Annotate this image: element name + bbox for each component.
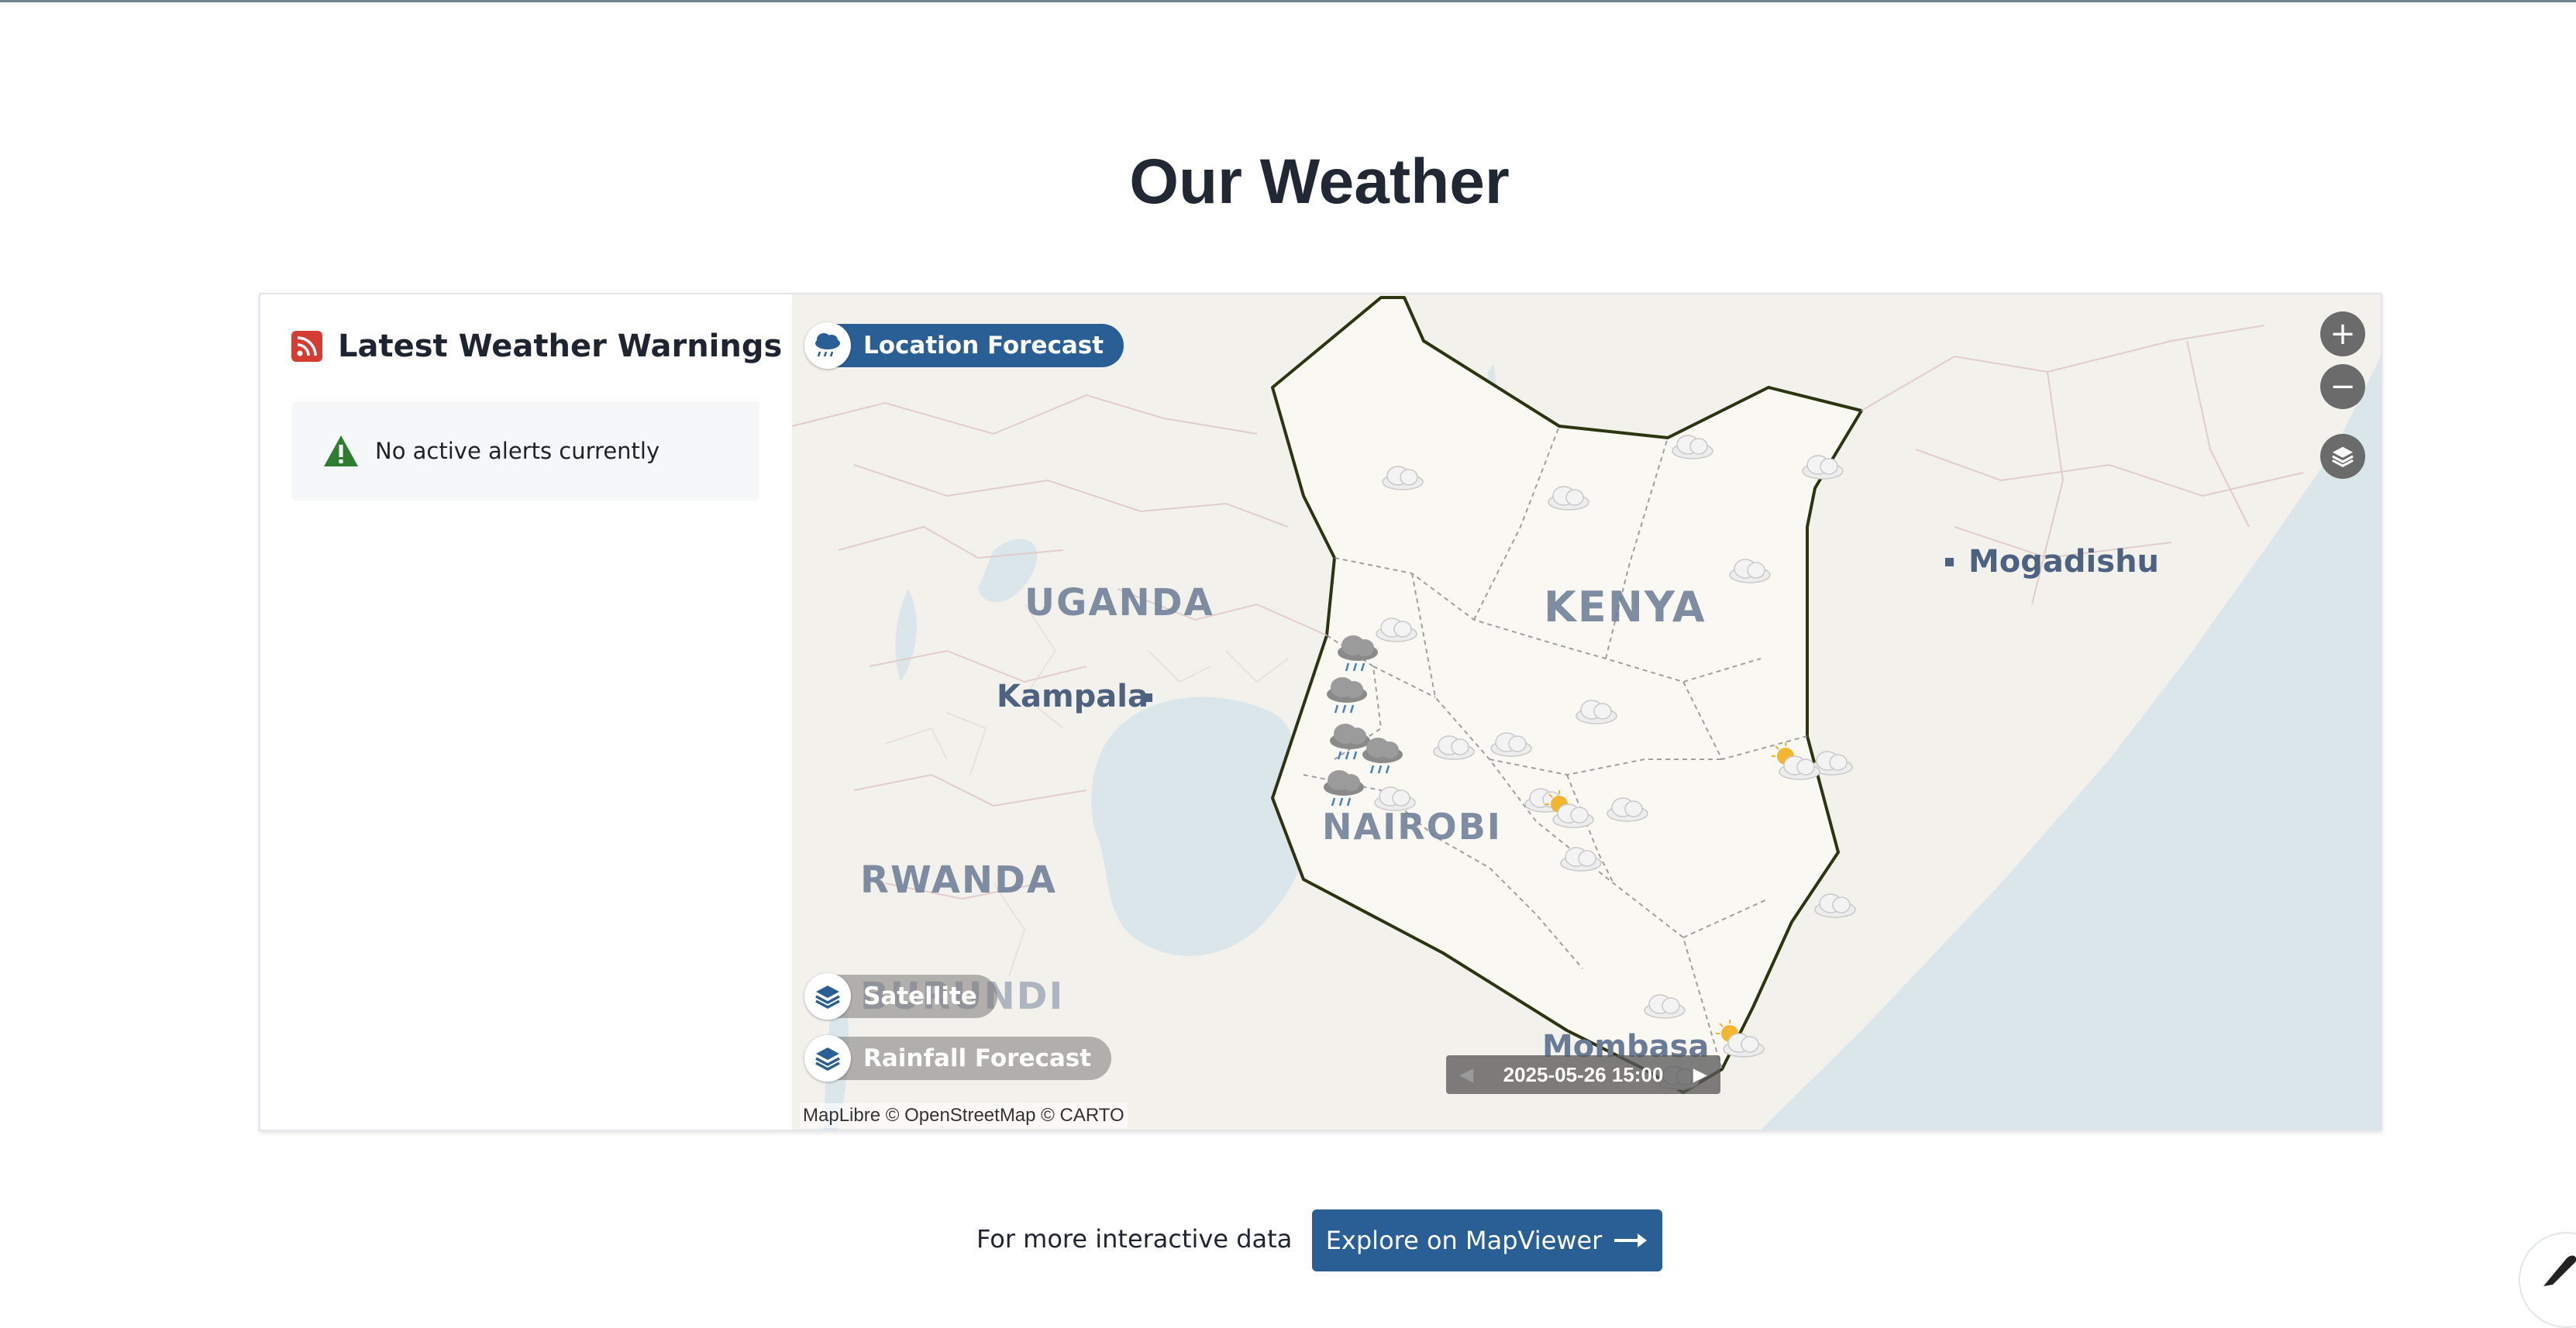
satellite-label: Satellite bbox=[863, 982, 977, 1010]
weather-map[interactable]: UGANDA KENYA RWANDA BURUNDI NAIROBI Kamp… bbox=[792, 294, 2381, 1130]
time-slider[interactable]: ◀ 2025-05-26 15:00 ▶ bbox=[1446, 1055, 1720, 1094]
rain-cloud-icon bbox=[804, 322, 851, 369]
rainfall-forecast-layer-toggle[interactable]: Rainfall Forecast bbox=[804, 1035, 1112, 1082]
footer-text: For more interactive data bbox=[976, 1224, 1293, 1254]
map-attribution[interactable]: MapLibre © OpenStreetMap © CARTO bbox=[800, 1103, 1128, 1128]
label-rwanda: RWANDA bbox=[860, 858, 1058, 902]
feedback-widget[interactable] bbox=[2519, 1232, 2576, 1328]
zoom-in-button[interactable]: + bbox=[2320, 311, 2365, 356]
rss-icon[interactable] bbox=[291, 331, 322, 362]
label-uganda: UGANDA bbox=[1025, 581, 1214, 624]
warning-triangle-icon bbox=[324, 435, 358, 466]
page-title: Our Weather bbox=[1129, 146, 1510, 217]
arrow-right-icon bbox=[1614, 1233, 1648, 1247]
explore-button-label: Explore on MapViewer bbox=[1325, 1226, 1603, 1255]
quill-icon bbox=[2543, 1255, 2576, 1286]
forecast-timestamp: 2025-05-26 15:00 bbox=[1503, 1062, 1664, 1086]
explore-mapviewer-button[interactable]: Explore on MapViewer bbox=[1312, 1209, 1662, 1271]
layers-button[interactable] bbox=[2320, 434, 2365, 479]
location-forecast-label: Location Forecast bbox=[863, 332, 1104, 360]
top-border bbox=[0, 0, 2576, 2]
weather-card: Latest Weather Warnings No active alerts… bbox=[259, 293, 2382, 1131]
location-forecast-button[interactable]: Location Forecast bbox=[804, 322, 1124, 369]
layers-icon bbox=[804, 973, 851, 1020]
layers-icon bbox=[804, 1035, 851, 1082]
previous-time-icon[interactable]: ◀ bbox=[1460, 1065, 1473, 1085]
warnings-sidebar: Latest Weather Warnings No active alerts… bbox=[260, 294, 792, 1130]
zoom-out-button[interactable]: − bbox=[2320, 364, 2365, 409]
layers-icon bbox=[2332, 446, 2354, 467]
warnings-title: Latest Weather Warnings bbox=[338, 329, 783, 364]
no-alerts-text: No active alerts currently bbox=[375, 438, 660, 464]
warnings-header: Latest Weather Warnings bbox=[291, 329, 782, 364]
label-kenya: KENYA bbox=[1544, 583, 1706, 631]
satellite-layer-toggle[interactable]: Satellite bbox=[804, 973, 997, 1020]
label-nairobi: NAIROBI bbox=[1322, 806, 1502, 848]
rainfall-forecast-label: Rainfall Forecast bbox=[863, 1044, 1092, 1072]
alert-status-box: No active alerts currently bbox=[291, 401, 759, 501]
label-kampala: Kampala bbox=[997, 679, 1149, 714]
label-mogadishu: Mogadishu bbox=[1968, 544, 2160, 580]
next-time-icon[interactable]: ▶ bbox=[1693, 1065, 1706, 1085]
